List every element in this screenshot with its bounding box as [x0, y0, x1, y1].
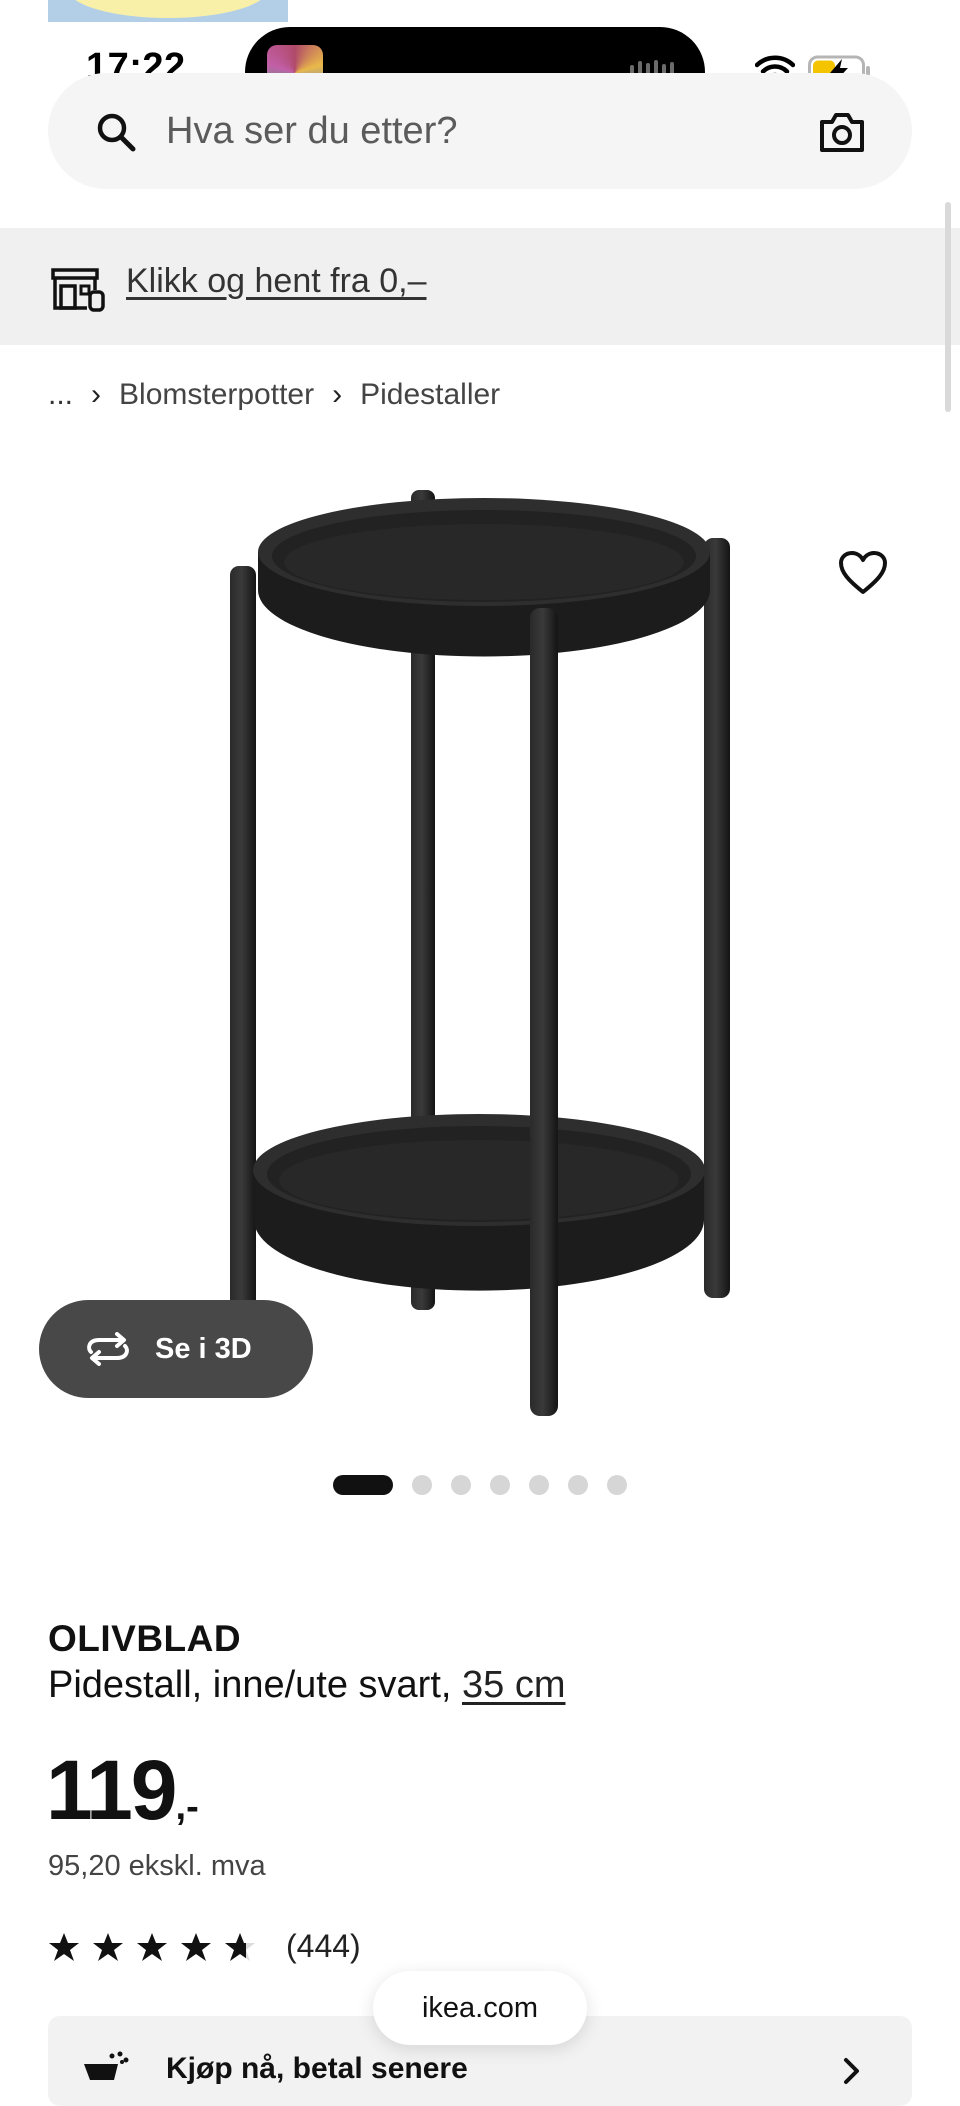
search-icon[interactable]: [96, 112, 136, 152]
chevron-right-icon: ›: [91, 378, 102, 411]
top-banner-fragment: [48, 0, 288, 22]
search-input[interactable]: Hva ser du etter?: [166, 110, 457, 153]
view-3d-button[interactable]: Se i 3D: [39, 1300, 313, 1398]
product-name: OLIVBLAD: [48, 1618, 242, 1659]
star-partial-icon: [225, 1932, 255, 1961]
store-pickup-icon: [51, 268, 105, 312]
carousel-dot[interactable]: [333, 1475, 393, 1495]
rating-stars[interactable]: (444): [48, 1928, 361, 1965]
size-link[interactable]: 35 cm: [462, 1664, 565, 1706]
breadcrumb-ellipsis[interactable]: ...: [48, 378, 73, 412]
image-carousel-dots[interactable]: [333, 1475, 646, 1495]
cart-icon: [84, 2051, 129, 2080]
carousel-dot[interactable]: [529, 1475, 549, 1495]
scrollbar[interactable]: [945, 202, 951, 412]
breadcrumb-item-pidestaller[interactable]: Pidestaller: [360, 378, 500, 412]
review-count[interactable]: (444): [286, 1928, 361, 1965]
star-icon: [137, 1932, 167, 1961]
click-collect-link[interactable]: Klikk og hent fra 0,–: [126, 262, 427, 301]
product-description-text: Pidestall, inne/ute svart,: [48, 1664, 462, 1706]
carousel-dot[interactable]: [451, 1475, 471, 1495]
star-icon: [49, 1932, 79, 1961]
product-price: 119,-: [46, 1742, 199, 1839]
view-3d-label: Se i 3D: [155, 1332, 252, 1365]
breadcrumb: ... › Blomsterpotter › Pidestaller: [48, 378, 500, 412]
chevron-right-icon: ›: [332, 378, 343, 411]
chevron-right-icon[interactable]: [842, 2056, 862, 2086]
carousel-dot[interactable]: [568, 1475, 588, 1495]
carousel-dot[interactable]: [490, 1475, 510, 1495]
camera-icon[interactable]: [818, 110, 866, 154]
product-description: Pidestall, inne/ute svart, 35 cm: [48, 1664, 565, 1707]
star-icon: [181, 1932, 211, 1961]
browser-url: ikea.com: [421, 1991, 539, 2024]
heart-icon[interactable]: [838, 550, 888, 596]
price-ex-vat: 95,20 ekskl. mva: [48, 1850, 266, 1882]
rotate-3d-icon: [87, 1332, 129, 1366]
carousel-dot[interactable]: [607, 1475, 627, 1495]
carousel-dot[interactable]: [412, 1475, 432, 1495]
price-value: 119: [46, 1743, 178, 1837]
browser-url-pill[interactable]: ikea.com: [373, 1971, 587, 2045]
star-icon: [93, 1932, 123, 1961]
breadcrumb-item-blomsterpotter[interactable]: Blomsterpotter: [119, 378, 314, 412]
price-suffix: ,-: [175, 1786, 199, 1828]
product-image[interactable]: [200, 480, 760, 1440]
